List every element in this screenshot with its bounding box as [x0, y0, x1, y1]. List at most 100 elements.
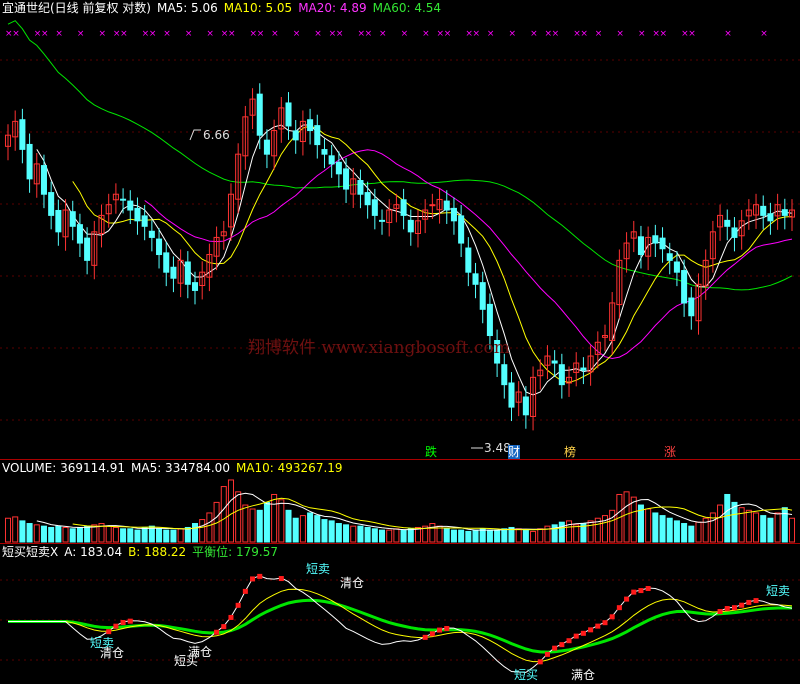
volume-bar [350, 525, 357, 543]
candle-body [450, 207, 457, 222]
candle-body [69, 211, 76, 227]
ma20-readout: MA20: 4.89 [298, 1, 367, 15]
volume-bar [645, 508, 652, 543]
x-mark: × [760, 29, 768, 39]
candle-body [335, 161, 342, 175]
volume-bar [753, 512, 760, 543]
volume-bar [328, 520, 335, 543]
volume-bar [271, 493, 278, 543]
candle-body [141, 215, 148, 227]
ma10-readout: MA10: 5.05 [223, 1, 293, 15]
x-mark: × [185, 29, 193, 39]
candle-body [760, 205, 767, 216]
indicator-red-block [120, 620, 126, 626]
volume-bar [177, 528, 184, 543]
indicator-balance-readout: 平衡位: 179.57 [192, 545, 279, 559]
indicator-red-block [257, 573, 263, 579]
candle-body [321, 149, 328, 155]
indicator-red-block [624, 596, 630, 602]
volume-bar [62, 526, 69, 543]
candle-body [551, 360, 558, 364]
x-mark: × [99, 29, 107, 39]
indicator-red-block [731, 605, 737, 611]
volume-bar [206, 512, 213, 543]
volume-bar [33, 524, 40, 543]
watermark: 翔博软件 www.xiangbosoft.com [248, 338, 510, 358]
indicator-a-readout: A: 183.04 [64, 545, 123, 559]
volume-bar [788, 517, 796, 543]
event-marker-cai[interactable]: 财 [508, 445, 521, 459]
candle-body [731, 227, 738, 238]
volume-bar [688, 525, 695, 543]
indicator-red-block [580, 630, 586, 636]
event-marker-die[interactable]: 跌 [425, 445, 437, 459]
indicator-red-block [537, 659, 543, 665]
volume-bar [12, 516, 19, 543]
volume-bar [84, 525, 91, 543]
candle-body [407, 219, 414, 233]
panel-divider-2 [0, 543, 800, 544]
volume-bar [501, 528, 508, 543]
volume-bar [249, 508, 256, 543]
event-marker-zhang[interactable]: 涨 [664, 445, 676, 459]
candle-body [652, 235, 659, 244]
indicator-red-block [609, 614, 615, 620]
price-grid [0, 59, 800, 421]
volume-bar [263, 501, 270, 543]
candle-body [314, 125, 321, 146]
x-mark: × [401, 29, 409, 39]
volume-bar [105, 525, 112, 543]
candle-body [486, 303, 493, 337]
candle-body [688, 297, 695, 317]
indicator-red-block [228, 614, 234, 620]
x-mark: × [120, 29, 128, 39]
x-mark: × [336, 29, 344, 39]
candle-body [501, 364, 508, 386]
candle-body [465, 247, 472, 273]
candle-body [458, 215, 465, 244]
volume-bar [450, 529, 457, 543]
x-mark: × [163, 29, 171, 39]
x-mark: × [638, 29, 646, 39]
x-mark: × [595, 29, 603, 39]
volume-bar [630, 496, 637, 543]
candle-body [307, 119, 314, 132]
volume-bar [321, 519, 328, 543]
indicator-red-block [242, 588, 248, 594]
indicator-red-block [746, 599, 752, 605]
volume-bar [673, 520, 680, 543]
candle-body [256, 93, 263, 136]
volume-bar [458, 529, 465, 543]
volume-bar [573, 524, 580, 543]
volume-bar [120, 528, 127, 543]
volume-bar [141, 526, 148, 543]
indicator-red-block [645, 586, 651, 592]
volume-bar [681, 523, 688, 543]
volume-bar [767, 517, 774, 543]
signal-clear-2: 清仓 [340, 576, 365, 590]
low-price-label: 3.48 [484, 441, 511, 455]
signal-full-2: 满仓 [571, 668, 596, 682]
volume-ma5-readout: MA5: 334784.00 [131, 461, 230, 475]
candle-body [781, 209, 788, 216]
volume-bar [443, 528, 450, 543]
indicator-red-block [595, 623, 601, 629]
event-marker-bang[interactable]: 榜 [564, 445, 576, 459]
candle-body [120, 198, 127, 201]
candle-body [558, 364, 565, 386]
volume-bar [494, 529, 501, 543]
candle-body [443, 200, 450, 211]
indicator-red-block [573, 633, 579, 639]
volume-bar [587, 520, 594, 543]
candle-body [48, 192, 55, 216]
x-mark: × [580, 29, 588, 39]
volume-bar [400, 529, 407, 543]
x-mark: × [688, 29, 696, 39]
x-mark: × [365, 29, 373, 39]
x-mark: × [508, 29, 516, 39]
ma60-line [7, 20, 793, 291]
indicator-red-block [616, 605, 622, 611]
indicator-red-block [422, 634, 428, 640]
volume-bar [69, 528, 76, 543]
x-mark: × [149, 29, 157, 39]
